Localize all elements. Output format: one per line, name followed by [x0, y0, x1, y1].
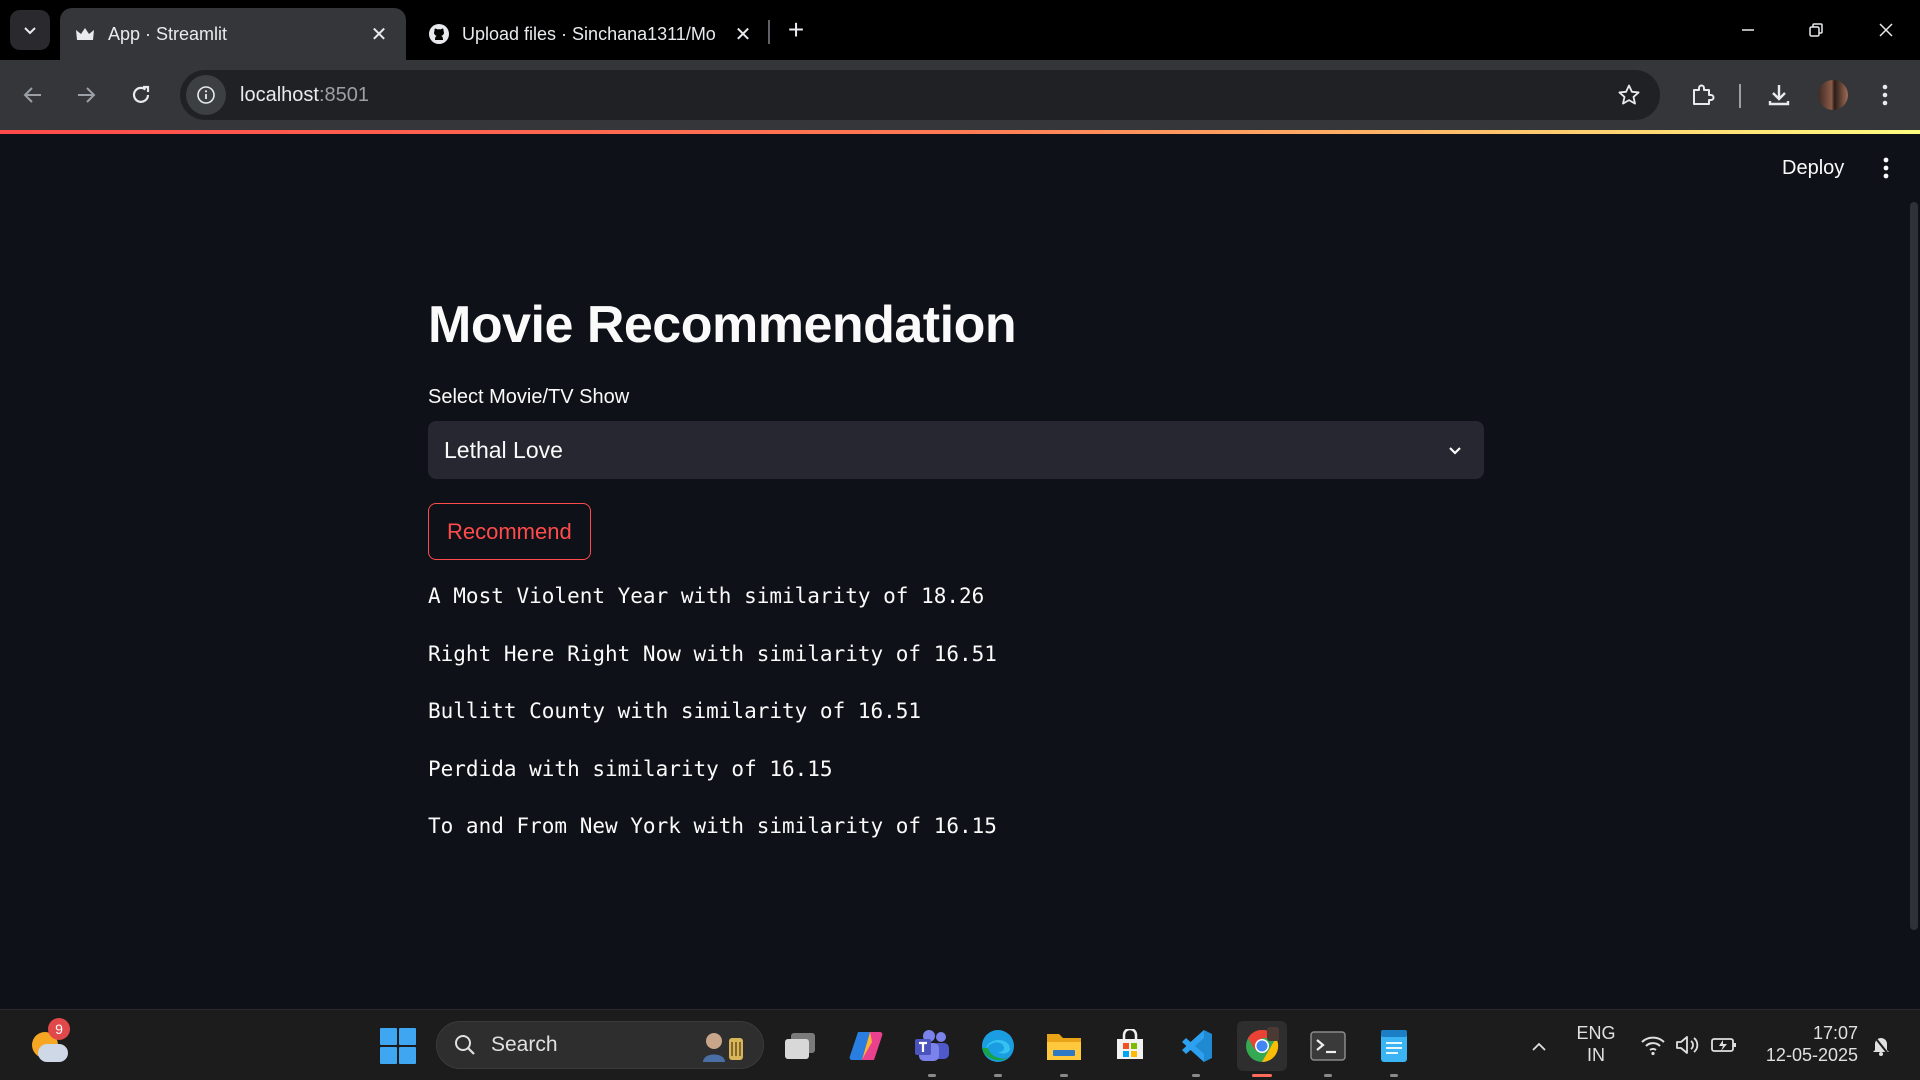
reload-icon: [132, 85, 150, 103]
input-language[interactable]: ENG IN: [1574, 1022, 1618, 1066]
close-window-button[interactable]: [1862, 10, 1910, 50]
main-menu-icon[interactable]: [1870, 152, 1902, 184]
search-highlight-icon: [703, 1033, 743, 1062]
notification-badge: 9: [48, 1018, 70, 1040]
file-explorer-icon[interactable]: [1039, 1021, 1089, 1077]
close-icon[interactable]: ✕: [730, 21, 756, 47]
tab-title: App · Streamlit: [108, 23, 228, 44]
url-port: :8501: [318, 83, 369, 106]
reload-button[interactable]: [121, 75, 161, 115]
running-indicator: [1060, 1074, 1068, 1077]
arrow-left-icon: [23, 87, 41, 103]
restore-button[interactable]: [1792, 10, 1840, 50]
tab-separator: [768, 20, 770, 44]
streamlit-crown-icon: [74, 23, 96, 45]
weather-widget[interactable]: 9: [28, 1018, 72, 1068]
arrow-right-icon: [78, 87, 96, 103]
tab-streamlit-app[interactable]: App · Streamlit ✕: [60, 8, 406, 60]
toolbar-separator: [1739, 84, 1741, 108]
active-indicator: [1252, 1074, 1272, 1077]
running-indicator: [928, 1074, 936, 1077]
running-indicator: [1324, 1074, 1332, 1077]
recommendation-item: Right Here Right Now with similarity of …: [428, 641, 997, 666]
cloud-icon: [38, 1044, 68, 1062]
system-clock[interactable]: 17:07 12-05-2025: [1752, 1022, 1858, 1066]
region-code: IN: [1587, 1045, 1605, 1065]
minimize-button[interactable]: [1724, 10, 1772, 50]
minimize-icon: [1742, 29, 1754, 31]
address-bar[interactable]: localhost:8501: [180, 70, 1660, 120]
bookmark-star-icon[interactable]: [1612, 78, 1646, 112]
forward-button[interactable]: [66, 75, 106, 115]
select-label: Select Movie/TV Show: [428, 386, 630, 409]
select-value: Lethal Love: [444, 436, 563, 463]
recommendation-item: To and From New York with similarity of …: [428, 814, 997, 839]
vscode-icon[interactable]: [1171, 1021, 1221, 1077]
streamlit-app: Deploy Movie Recommendation Select Movie…: [0, 134, 1920, 1009]
clock-date: 12-05-2025: [1765, 1045, 1858, 1065]
recommendation-item: A Most Violent Year with similarity of 1…: [428, 584, 985, 609]
browser-toolbar: localhost:8501: [0, 60, 1920, 130]
notepad-icon[interactable]: [1369, 1021, 1419, 1077]
browser-menu-icon[interactable]: [1865, 75, 1905, 115]
running-indicator: [1390, 1074, 1398, 1077]
language-code: ENG: [1576, 1023, 1616, 1043]
windows-logo-icon: [380, 1047, 397, 1064]
notification-bell-icon[interactable]: [1866, 1030, 1896, 1060]
start-button[interactable]: [380, 1028, 416, 1064]
scrollbar[interactable]: [1910, 202, 1918, 930]
recommend-button[interactable]: Recommend: [428, 503, 591, 561]
search-icon: [453, 1033, 477, 1057]
battery-icon[interactable]: [1709, 1030, 1739, 1060]
chevron-up-icon[interactable]: [1524, 1032, 1554, 1062]
url-text[interactable]: localhost:8501: [240, 84, 369, 107]
tab-title: Upload files · Sinchana1311/Mo: [462, 23, 716, 44]
tab-search-button[interactable]: [10, 10, 50, 50]
new-tab-button[interactable]: +: [780, 14, 812, 46]
back-button[interactable]: [13, 75, 53, 115]
recommendation-item: Perdida with similarity of 16.15: [428, 756, 833, 781]
site-info-icon[interactable]: [186, 75, 226, 115]
task-view-icon[interactable]: [775, 1021, 825, 1071]
volume-icon[interactable]: [1673, 1030, 1703, 1060]
running-indicator: [994, 1074, 1002, 1077]
recommendation-item: Bullitt County with similarity of 16.51: [428, 699, 922, 724]
url-host: localhost: [240, 83, 319, 106]
chevron-down-icon[interactable]: [1442, 437, 1468, 463]
deploy-button[interactable]: Deploy: [1770, 152, 1856, 184]
edge-icon[interactable]: [973, 1021, 1023, 1077]
running-indicator: [1192, 1074, 1200, 1077]
profile-avatar[interactable]: [1818, 80, 1848, 110]
windows-logo-icon: [399, 1047, 416, 1064]
taskbar-search[interactable]: Search: [436, 1021, 764, 1069]
windows-logo-icon: [399, 1028, 416, 1045]
tab-github-upload[interactable]: Upload files · Sinchana1311/Mo ✕: [414, 8, 770, 60]
chevron-down-icon: [24, 27, 36, 35]
github-icon: [428, 23, 450, 45]
teams-icon[interactable]: [907, 1021, 957, 1077]
page-title: Movie Recommendation: [428, 296, 1017, 354]
wifi-icon[interactable]: [1638, 1030, 1668, 1060]
extensions-icon[interactable]: [1682, 75, 1722, 115]
main-content: Movie Recommendation Select Movie/TV Sho…: [428, 294, 1484, 867]
recommendation-list: A Most Violent Year with similarity of 1…: [428, 579, 1484, 867]
search-label: Search: [491, 1033, 558, 1056]
terminal-icon[interactable]: [1303, 1021, 1353, 1077]
microsoft-store-icon[interactable]: [1105, 1021, 1155, 1071]
restore-icon: [1809, 23, 1823, 37]
chrome-icon[interactable]: [1237, 1021, 1287, 1077]
taskbar: 9 Search ENG IN 17:07 12-05-2025: [0, 1009, 1920, 1080]
copilot-icon[interactable]: [841, 1021, 891, 1071]
download-icon[interactable]: [1759, 75, 1799, 115]
movie-select[interactable]: Lethal Love: [428, 421, 1484, 480]
clock-time: 17:07: [1812, 1023, 1858, 1043]
browser-tabstrip: App · Streamlit ✕ Upload files · Sinchan…: [0, 0, 1920, 60]
windows-logo-icon: [380, 1028, 397, 1045]
close-icon[interactable]: ✕: [366, 21, 392, 47]
close-icon: [1879, 23, 1893, 37]
